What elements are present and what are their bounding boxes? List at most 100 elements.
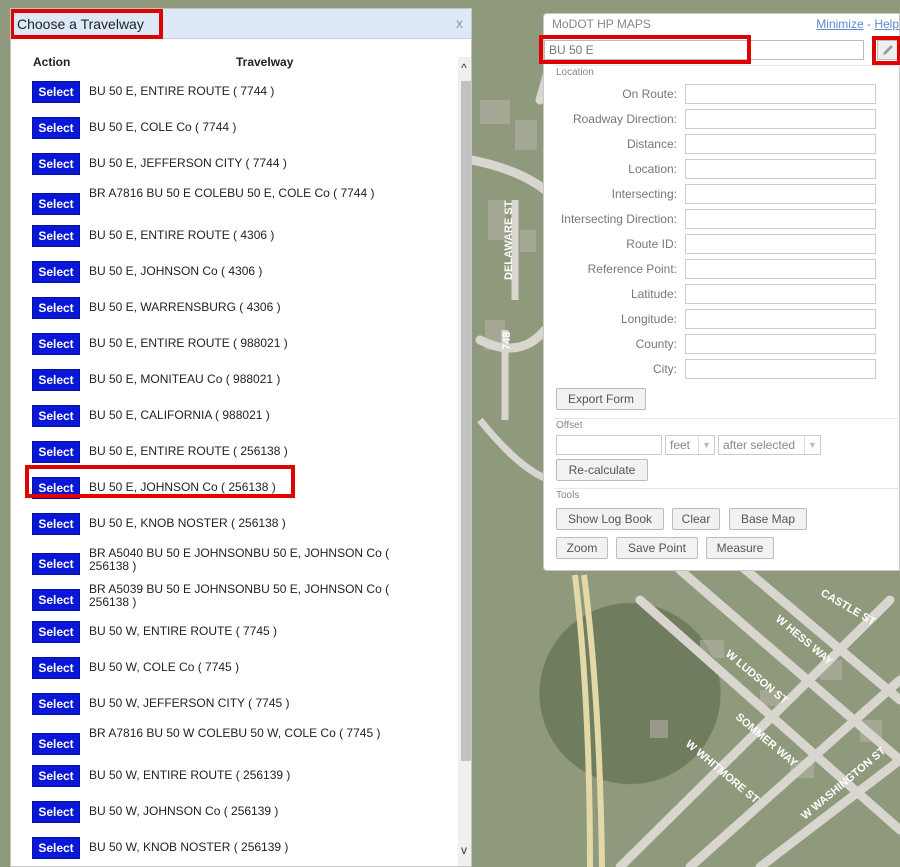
travelway-label: BU 50 W, KNOB NOSTER ( 256139 ) bbox=[89, 840, 289, 854]
select-button[interactable]: Select bbox=[32, 81, 80, 103]
select-button[interactable]: Select bbox=[32, 801, 80, 823]
travelway-row: Select BU 50 W, COLE Co ( 7745 ) bbox=[11, 657, 456, 687]
tools-rule bbox=[554, 488, 900, 489]
field-label: Route ID: bbox=[626, 237, 677, 251]
travelway-row: Select BU 50 W, ENTIRE ROUTE ( 256139 ) bbox=[11, 765, 456, 795]
select-button[interactable]: Select bbox=[32, 765, 80, 787]
travelway-label: BU 50 W, ENTIRE ROUTE ( 256139 ) bbox=[89, 768, 291, 782]
minimize-link[interactable]: Minimize bbox=[816, 17, 863, 31]
offset-input[interactable] bbox=[556, 435, 662, 455]
field-input[interactable] bbox=[685, 209, 876, 229]
field-input[interactable] bbox=[685, 159, 876, 179]
travelway-row: Select BU 50 W, JOHNSON Co ( 256139 ) bbox=[11, 801, 456, 831]
row-highlight-box bbox=[25, 465, 295, 498]
modot-hp-maps-panel: MoDOT HP MAPS Minimize - Help Location O… bbox=[539, 13, 900, 571]
select-button[interactable]: Select bbox=[32, 193, 80, 215]
travelway-label: BU 50 W, COLE Co ( 7745 ) bbox=[89, 660, 240, 674]
travelway-row: Select BU 50 E, JEFFERSON CITY ( 7744 ) bbox=[11, 153, 456, 183]
select-button[interactable]: Select bbox=[32, 117, 80, 139]
travelway-label: BR A7816 BU 50 W COLEBU 50 W, COLE Co ( … bbox=[89, 726, 381, 740]
select-button[interactable]: Select bbox=[32, 441, 80, 463]
search-highlight-box bbox=[539, 35, 751, 64]
field-label: Latitude: bbox=[630, 287, 677, 301]
select-button[interactable]: Select bbox=[32, 513, 80, 535]
field-label: Location: bbox=[628, 162, 677, 176]
travelway-label: BU 50 E, JOHNSON Co ( 4306 ) bbox=[89, 264, 263, 278]
column-header-travelway: Travelway bbox=[236, 55, 294, 69]
travelway-row: Select BU 50 W, ENTIRE ROUTE ( 7745 ) bbox=[11, 621, 456, 651]
tools-section-label: Tools bbox=[556, 490, 580, 501]
select-button[interactable]: Select bbox=[32, 261, 80, 283]
scrollbar-thumb[interactable] bbox=[461, 81, 471, 761]
save-point-button[interactable]: Save Point bbox=[616, 537, 698, 559]
clear-button[interactable]: Clear bbox=[672, 508, 720, 530]
travelway-label: BU 50 E, ENTIRE ROUTE ( 4306 ) bbox=[89, 228, 275, 242]
map-label-route: 748 bbox=[501, 332, 513, 350]
travelway-label: BU 50 E, JEFFERSON CITY ( 7744 ) bbox=[89, 156, 287, 170]
field-input[interactable] bbox=[685, 309, 876, 329]
select-button[interactable]: Select bbox=[32, 369, 80, 391]
select-button[interactable]: Select bbox=[32, 405, 80, 427]
scroll-down-icon[interactable]: v bbox=[457, 843, 471, 857]
position-select-value: after selected bbox=[723, 438, 796, 452]
field-input[interactable] bbox=[685, 359, 876, 379]
panel-links: Minimize - Help bbox=[816, 17, 899, 31]
select-button[interactable]: Select bbox=[32, 621, 80, 643]
travelway-row: Select BR A7816 BU 50 E COLEBU 50 E, COLE… bbox=[11, 187, 456, 219]
close-icon[interactable]: x bbox=[456, 15, 463, 31]
search-button-highlight-box bbox=[872, 36, 900, 65]
field-label: Reference Point: bbox=[587, 262, 677, 276]
zoom-button[interactable]: Zoom bbox=[556, 537, 608, 559]
select-button[interactable]: Select bbox=[32, 225, 80, 247]
field-input[interactable] bbox=[685, 259, 876, 279]
travelway-label: BU 50 W, ENTIRE ROUTE ( 7745 ) bbox=[89, 624, 278, 638]
travelway-label: BU 50 E, MONITEAU Co ( 988021 ) bbox=[89, 372, 281, 386]
field-input[interactable] bbox=[685, 284, 876, 304]
travelway-row: Select BU 50 E, ENTIRE ROUTE ( 4306 ) bbox=[11, 225, 456, 255]
export-form-button[interactable]: Export Form bbox=[556, 388, 646, 410]
travelway-row: Select BU 50 E, JOHNSON Co ( 4306 ) bbox=[11, 261, 456, 291]
select-button[interactable]: Select bbox=[32, 733, 80, 755]
travelway-row: Select BU 50 E, MONITEAU Co ( 988021 ) bbox=[11, 369, 456, 399]
location-section-label: Location bbox=[556, 67, 594, 78]
help-link[interactable]: Help bbox=[874, 17, 899, 31]
travelway-row: Select BU 50 E, WARRENSBURG ( 4306 ) bbox=[11, 297, 456, 327]
show-log-book-button[interactable]: Show Log Book bbox=[556, 508, 664, 530]
recalculate-button[interactable]: Re-calculate bbox=[556, 459, 648, 481]
scroll-up-icon[interactable]: ^ bbox=[457, 61, 471, 75]
travelway-label: BR A5039 BU 50 E JOHNSONBU 50 E, JOHNSON… bbox=[89, 582, 390, 609]
select-button[interactable]: Select bbox=[32, 553, 80, 575]
travelway-row: Select BR A5039 BU 50 E JOHNSONBU 50 E, J… bbox=[11, 582, 456, 615]
travelway-row: Select BU 50 E, KNOB NOSTER ( 256138 ) bbox=[11, 513, 456, 543]
position-select[interactable]: after selected ▼ bbox=[718, 435, 821, 455]
travelway-label: BU 50 E, KNOB NOSTER ( 256138 ) bbox=[89, 516, 286, 530]
select-button[interactable]: Select bbox=[32, 297, 80, 319]
travelway-row: Select BU 50 E, CALIFORNIA ( 988021 ) bbox=[11, 405, 456, 435]
select-button[interactable]: Select bbox=[32, 333, 80, 355]
field-input[interactable] bbox=[685, 334, 876, 354]
field-input[interactable] bbox=[685, 234, 876, 254]
field-input[interactable] bbox=[685, 134, 876, 154]
travelway-label: BU 50 E, ENTIRE ROUTE ( 988021 ) bbox=[89, 336, 288, 350]
select-button[interactable]: Select bbox=[32, 589, 80, 611]
travelway-row: Select BU 50 E, COLE Co ( 7744 ) bbox=[11, 117, 456, 147]
map-label-castle: CASTLE ST bbox=[819, 587, 878, 628]
unit-chevron-down-icon: ▼ bbox=[698, 436, 714, 454]
travelway-label: BU 50 E, CALIFORNIA ( 988021 ) bbox=[89, 408, 270, 422]
unit-select[interactable]: feet ▼ bbox=[665, 435, 715, 455]
field-input[interactable] bbox=[685, 184, 876, 204]
select-button[interactable]: Select bbox=[32, 837, 80, 859]
select-button[interactable]: Select bbox=[32, 657, 80, 679]
field-input[interactable] bbox=[685, 109, 876, 129]
measure-button[interactable]: Measure bbox=[706, 537, 774, 559]
panel-title: MoDOT HP MAPS bbox=[552, 17, 651, 31]
field-input[interactable] bbox=[685, 84, 876, 104]
base-map-button[interactable]: Base Map bbox=[729, 508, 807, 530]
location-rule bbox=[554, 65, 900, 66]
select-button[interactable]: Select bbox=[32, 693, 80, 715]
unit-select-value: feet bbox=[670, 438, 691, 452]
map-label-delaware: DELAWARE ST bbox=[503, 200, 515, 280]
field-label: City: bbox=[653, 362, 677, 376]
travelway-row: Select BR A7816 BU 50 W COLEBU 50 W, COLE… bbox=[11, 726, 456, 759]
select-button[interactable]: Select bbox=[32, 153, 80, 175]
